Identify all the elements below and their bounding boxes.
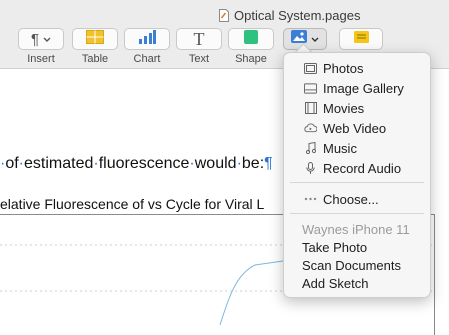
music-icon bbox=[304, 142, 317, 155]
menu-item-label: Movies bbox=[323, 100, 365, 116]
text-icon: T bbox=[193, 28, 205, 49]
shape-icon bbox=[244, 29, 258, 49]
menu-separator bbox=[290, 182, 424, 183]
table-icon bbox=[86, 29, 104, 49]
menu-item-web-video[interactable]: Web Video bbox=[304, 119, 386, 137]
microphone-icon bbox=[304, 161, 317, 175]
photos-icon bbox=[304, 62, 317, 75]
chart-button[interactable] bbox=[124, 28, 170, 50]
shape-tool[interactable]: Shape bbox=[228, 28, 274, 65]
body-word: be: bbox=[241, 155, 265, 172]
window-title: Optical System.pages bbox=[234, 7, 361, 23]
body-word: of bbox=[5, 155, 19, 172]
table-label: Table bbox=[81, 53, 109, 65]
chart-title[interactable]: elative Fluorescence of vs Cycle for Vir… bbox=[0, 196, 264, 212]
menu-item-label: Record Audio bbox=[323, 160, 402, 176]
insert-button[interactable]: ¶ bbox=[18, 28, 64, 50]
movies-icon bbox=[304, 102, 317, 115]
web-video-icon bbox=[304, 122, 317, 135]
ellipsis-icon bbox=[304, 193, 317, 206]
table-button[interactable] bbox=[72, 28, 118, 50]
comment-tool[interactable] bbox=[339, 28, 383, 50]
chart-label: Chart bbox=[133, 53, 161, 65]
image-gallery-icon bbox=[304, 82, 317, 95]
menu-item-image-gallery[interactable]: Image Gallery bbox=[304, 79, 404, 97]
menu-item-label: Music bbox=[323, 140, 357, 156]
menu-item-record-audio[interactable]: Record Audio bbox=[304, 159, 401, 177]
menu-separator bbox=[290, 213, 424, 214]
text-label: Text bbox=[188, 53, 210, 65]
menu-item-take-photo[interactable]: Take Photo bbox=[302, 238, 367, 256]
insert-label: Insert bbox=[27, 53, 55, 65]
media-menu: Photos Image Gallery Movies Web Video Mu… bbox=[283, 52, 431, 298]
body-word: fluorescence bbox=[98, 155, 190, 172]
text-tool[interactable]: T Text bbox=[176, 28, 222, 65]
fluorescence-series-line bbox=[219, 260, 284, 326]
body-text-line[interactable]: ·of·estimated·fluorescence·would·be:¶ bbox=[0, 155, 273, 173]
chevron-down-icon bbox=[43, 30, 51, 48]
menu-item-movies[interactable]: Movies bbox=[304, 99, 364, 117]
chart-icon bbox=[138, 29, 156, 49]
insert-tool[interactable]: ¶ Insert bbox=[18, 28, 64, 65]
menu-item-label: Image Gallery bbox=[323, 80, 404, 96]
comment-button[interactable] bbox=[339, 28, 383, 50]
menu-item-photos[interactable]: Photos bbox=[304, 59, 363, 77]
shape-button[interactable] bbox=[228, 28, 274, 50]
pilcrow-icon: ¶ bbox=[30, 30, 40, 48]
menu-item-music[interactable]: Music bbox=[304, 139, 357, 157]
text-button[interactable]: T bbox=[176, 28, 222, 50]
body-word: would bbox=[194, 155, 237, 172]
chart-tool[interactable]: Chart bbox=[124, 28, 170, 65]
window-title-area: Optical System.pages bbox=[219, 6, 360, 24]
menu-item-label: Photos bbox=[323, 60, 364, 76]
menu-item-add-sketch[interactable]: Add Sketch bbox=[302, 274, 369, 292]
shape-label: Shape bbox=[235, 53, 267, 65]
device-header: Waynes iPhone 11 bbox=[302, 221, 410, 237]
menu-item-label: Web Video bbox=[323, 120, 387, 136]
menu-item-choose[interactable]: Choose... bbox=[304, 190, 379, 208]
pilcrow-marker: ¶ bbox=[264, 155, 273, 172]
menu-item-scan-documents[interactable]: Scan Documents bbox=[302, 256, 401, 274]
comment-icon bbox=[353, 30, 369, 48]
document-icon bbox=[219, 8, 229, 22]
table-tool[interactable]: Table bbox=[72, 28, 118, 65]
chevron-down-icon bbox=[311, 30, 319, 48]
menu-item-label: Choose... bbox=[323, 191, 379, 207]
body-word: estimated bbox=[24, 155, 94, 172]
